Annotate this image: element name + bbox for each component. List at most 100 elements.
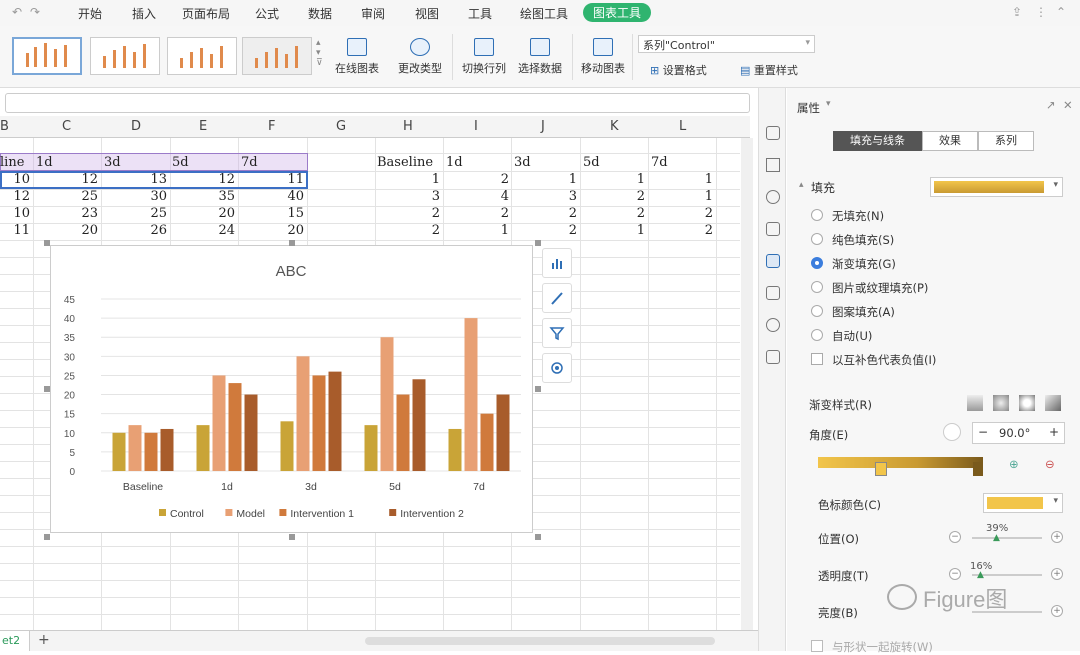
tab-fill-line[interactable]: 填充与线条	[833, 131, 922, 151]
cell[interactable]: 10	[0, 172, 30, 187]
remove-stop-icon[interactable]: ⊖	[1045, 457, 1055, 471]
rotate-checkbox[interactable]	[811, 640, 823, 652]
cell[interactable]: 2	[585, 189, 645, 204]
cell[interactable]: 20	[175, 206, 235, 221]
cell[interactable]: 2	[449, 172, 509, 187]
x-tick-label[interactable]: 1d	[221, 481, 233, 493]
y-tick-label[interactable]: 45	[64, 295, 76, 306]
series-select[interactable]: 系列"Control" ▾	[638, 35, 815, 53]
cell[interactable]: 35	[175, 189, 235, 204]
menu-data[interactable]: 数据	[308, 5, 332, 22]
angle-dial-icon[interactable]	[943, 423, 961, 441]
fill-option-solid[interactable]: 纯色填充(S)	[832, 232, 894, 248]
cell[interactable]: 1	[653, 172, 713, 187]
bar-intervention-1[interactable]	[312, 375, 326, 471]
angle-minus[interactable]: −	[978, 425, 988, 439]
collapse-icon[interactable]: ▴	[799, 180, 804, 190]
slider-thumb-icon[interactable]: ▲	[993, 533, 1000, 543]
add-sheet-icon[interactable]: +	[38, 632, 50, 648]
angle-plus[interactable]: +	[1049, 425, 1059, 439]
fill-option-radio[interactable]	[811, 305, 823, 317]
popout-icon[interactable]: ↗	[1046, 98, 1056, 112]
col-header-d[interactable]: D	[131, 119, 141, 134]
slider-thumb-icon[interactable]: ▲	[977, 570, 984, 580]
angle-input[interactable]: − 90.0° +	[972, 422, 1065, 444]
more-icon[interactable]: ⋮	[1035, 5, 1047, 19]
col-header-c[interactable]: C	[62, 119, 71, 134]
sheet-tab[interactable]: et2	[0, 631, 30, 651]
fill-option-radio[interactable]	[811, 233, 823, 245]
cell[interactable]: 3d	[104, 155, 121, 170]
cell[interactable]: 1	[585, 172, 645, 187]
bar-intervention-1[interactable]	[228, 383, 242, 471]
x-tick-label[interactable]: 5d	[389, 481, 401, 493]
cell[interactable]: 12	[175, 172, 235, 187]
fill-color-picker[interactable]: ▾	[930, 177, 1063, 197]
resize-handle[interactable]	[44, 240, 50, 246]
y-tick-label[interactable]: 20	[64, 391, 76, 402]
bar-model[interactable]	[464, 318, 478, 471]
properties-icon[interactable]	[766, 254, 780, 268]
resize-handle[interactable]	[535, 386, 541, 392]
fill-option-none[interactable]: 无填充(N)	[832, 208, 884, 224]
menu-view[interactable]: 视图	[415, 5, 439, 22]
bar-control[interactable]	[196, 425, 210, 471]
y-tick-label[interactable]: 35	[64, 333, 76, 344]
gradient-bar[interactable]	[818, 457, 983, 468]
cell[interactable]: 4	[449, 189, 509, 204]
cell[interactable]: 20	[38, 223, 98, 238]
bar-model[interactable]	[380, 337, 394, 471]
bar-model[interactable]	[296, 356, 310, 471]
bar-intervention-1[interactable]	[480, 413, 494, 471]
cell[interactable]: 20	[244, 223, 304, 238]
cell[interactable]: 5d	[172, 155, 189, 170]
chart-elements-icon[interactable]	[542, 248, 572, 278]
bar-chart[interactable]: ABC 051015202530354045 Baseline 1d 3d 5d 7d …	[51, 246, 532, 532]
col-header-j[interactable]: J	[541, 119, 545, 134]
share-icon[interactable]	[766, 286, 780, 300]
bar-intervention-1[interactable]	[144, 432, 158, 471]
fill-option-picture[interactable]: 图片或纹理填充(P)	[832, 280, 928, 296]
menu-tools[interactable]: 工具	[468, 5, 492, 22]
chevron-down-icon[interactable]: ▾	[826, 99, 831, 109]
y-tick-label[interactable]: 10	[64, 429, 76, 440]
gradient-stop[interactable]	[973, 462, 983, 476]
col-header-l[interactable]: L	[679, 119, 686, 134]
col-header-b[interactable]: B	[0, 119, 9, 134]
col-header-g[interactable]: G	[336, 119, 346, 134]
chart-title[interactable]: ABC	[276, 263, 307, 280]
cell[interactable]: 1d	[36, 155, 53, 170]
cell[interactable]: 25	[38, 189, 98, 204]
plus-icon[interactable]: +	[1051, 568, 1063, 580]
switch-rowcol-button[interactable]: 切换行列	[460, 38, 508, 76]
set-format-button[interactable]: ⊞ 设置格式	[650, 62, 707, 78]
menu-chart-tools[interactable]: 图表工具	[583, 3, 652, 22]
cell[interactable]: 11	[0, 223, 30, 238]
cell[interactable]: 2	[380, 206, 440, 221]
cell[interactable]: 23	[38, 206, 98, 221]
cell[interactable]: line	[0, 155, 24, 170]
cell[interactable]: 10	[0, 206, 30, 221]
menu-review[interactable]: 审阅	[361, 5, 385, 22]
resize-handle[interactable]	[535, 534, 541, 540]
legend-swatch[interactable]	[279, 509, 287, 516]
cell[interactable]: 2	[653, 206, 713, 221]
menu-insert[interactable]: 插入	[132, 5, 156, 22]
y-tick-label[interactable]: 30	[64, 352, 76, 363]
resize-handle[interactable]	[289, 240, 295, 246]
bar-intervention-2[interactable]	[328, 371, 342, 471]
legend-label[interactable]: Intervention 2	[400, 508, 464, 520]
y-tick-label[interactable]: 15	[64, 410, 76, 421]
legend-label[interactable]: Intervention 1	[290, 508, 354, 520]
fill-option-radio[interactable]	[811, 329, 823, 341]
x-tick-label[interactable]: 3d	[305, 481, 317, 493]
brush-icon[interactable]	[542, 283, 572, 313]
minus-icon[interactable]: −	[949, 531, 961, 543]
shield-icon[interactable]	[766, 190, 780, 204]
share-icon[interactable]: ⇪	[1012, 5, 1022, 19]
gradient-radial-icon[interactable]	[993, 395, 1009, 411]
cursor-icon[interactable]	[766, 222, 780, 236]
menu-drawing-tools[interactable]: 绘图工具	[520, 5, 568, 22]
cell[interactable]: 24	[175, 223, 235, 238]
resize-handle[interactable]	[535, 240, 541, 246]
